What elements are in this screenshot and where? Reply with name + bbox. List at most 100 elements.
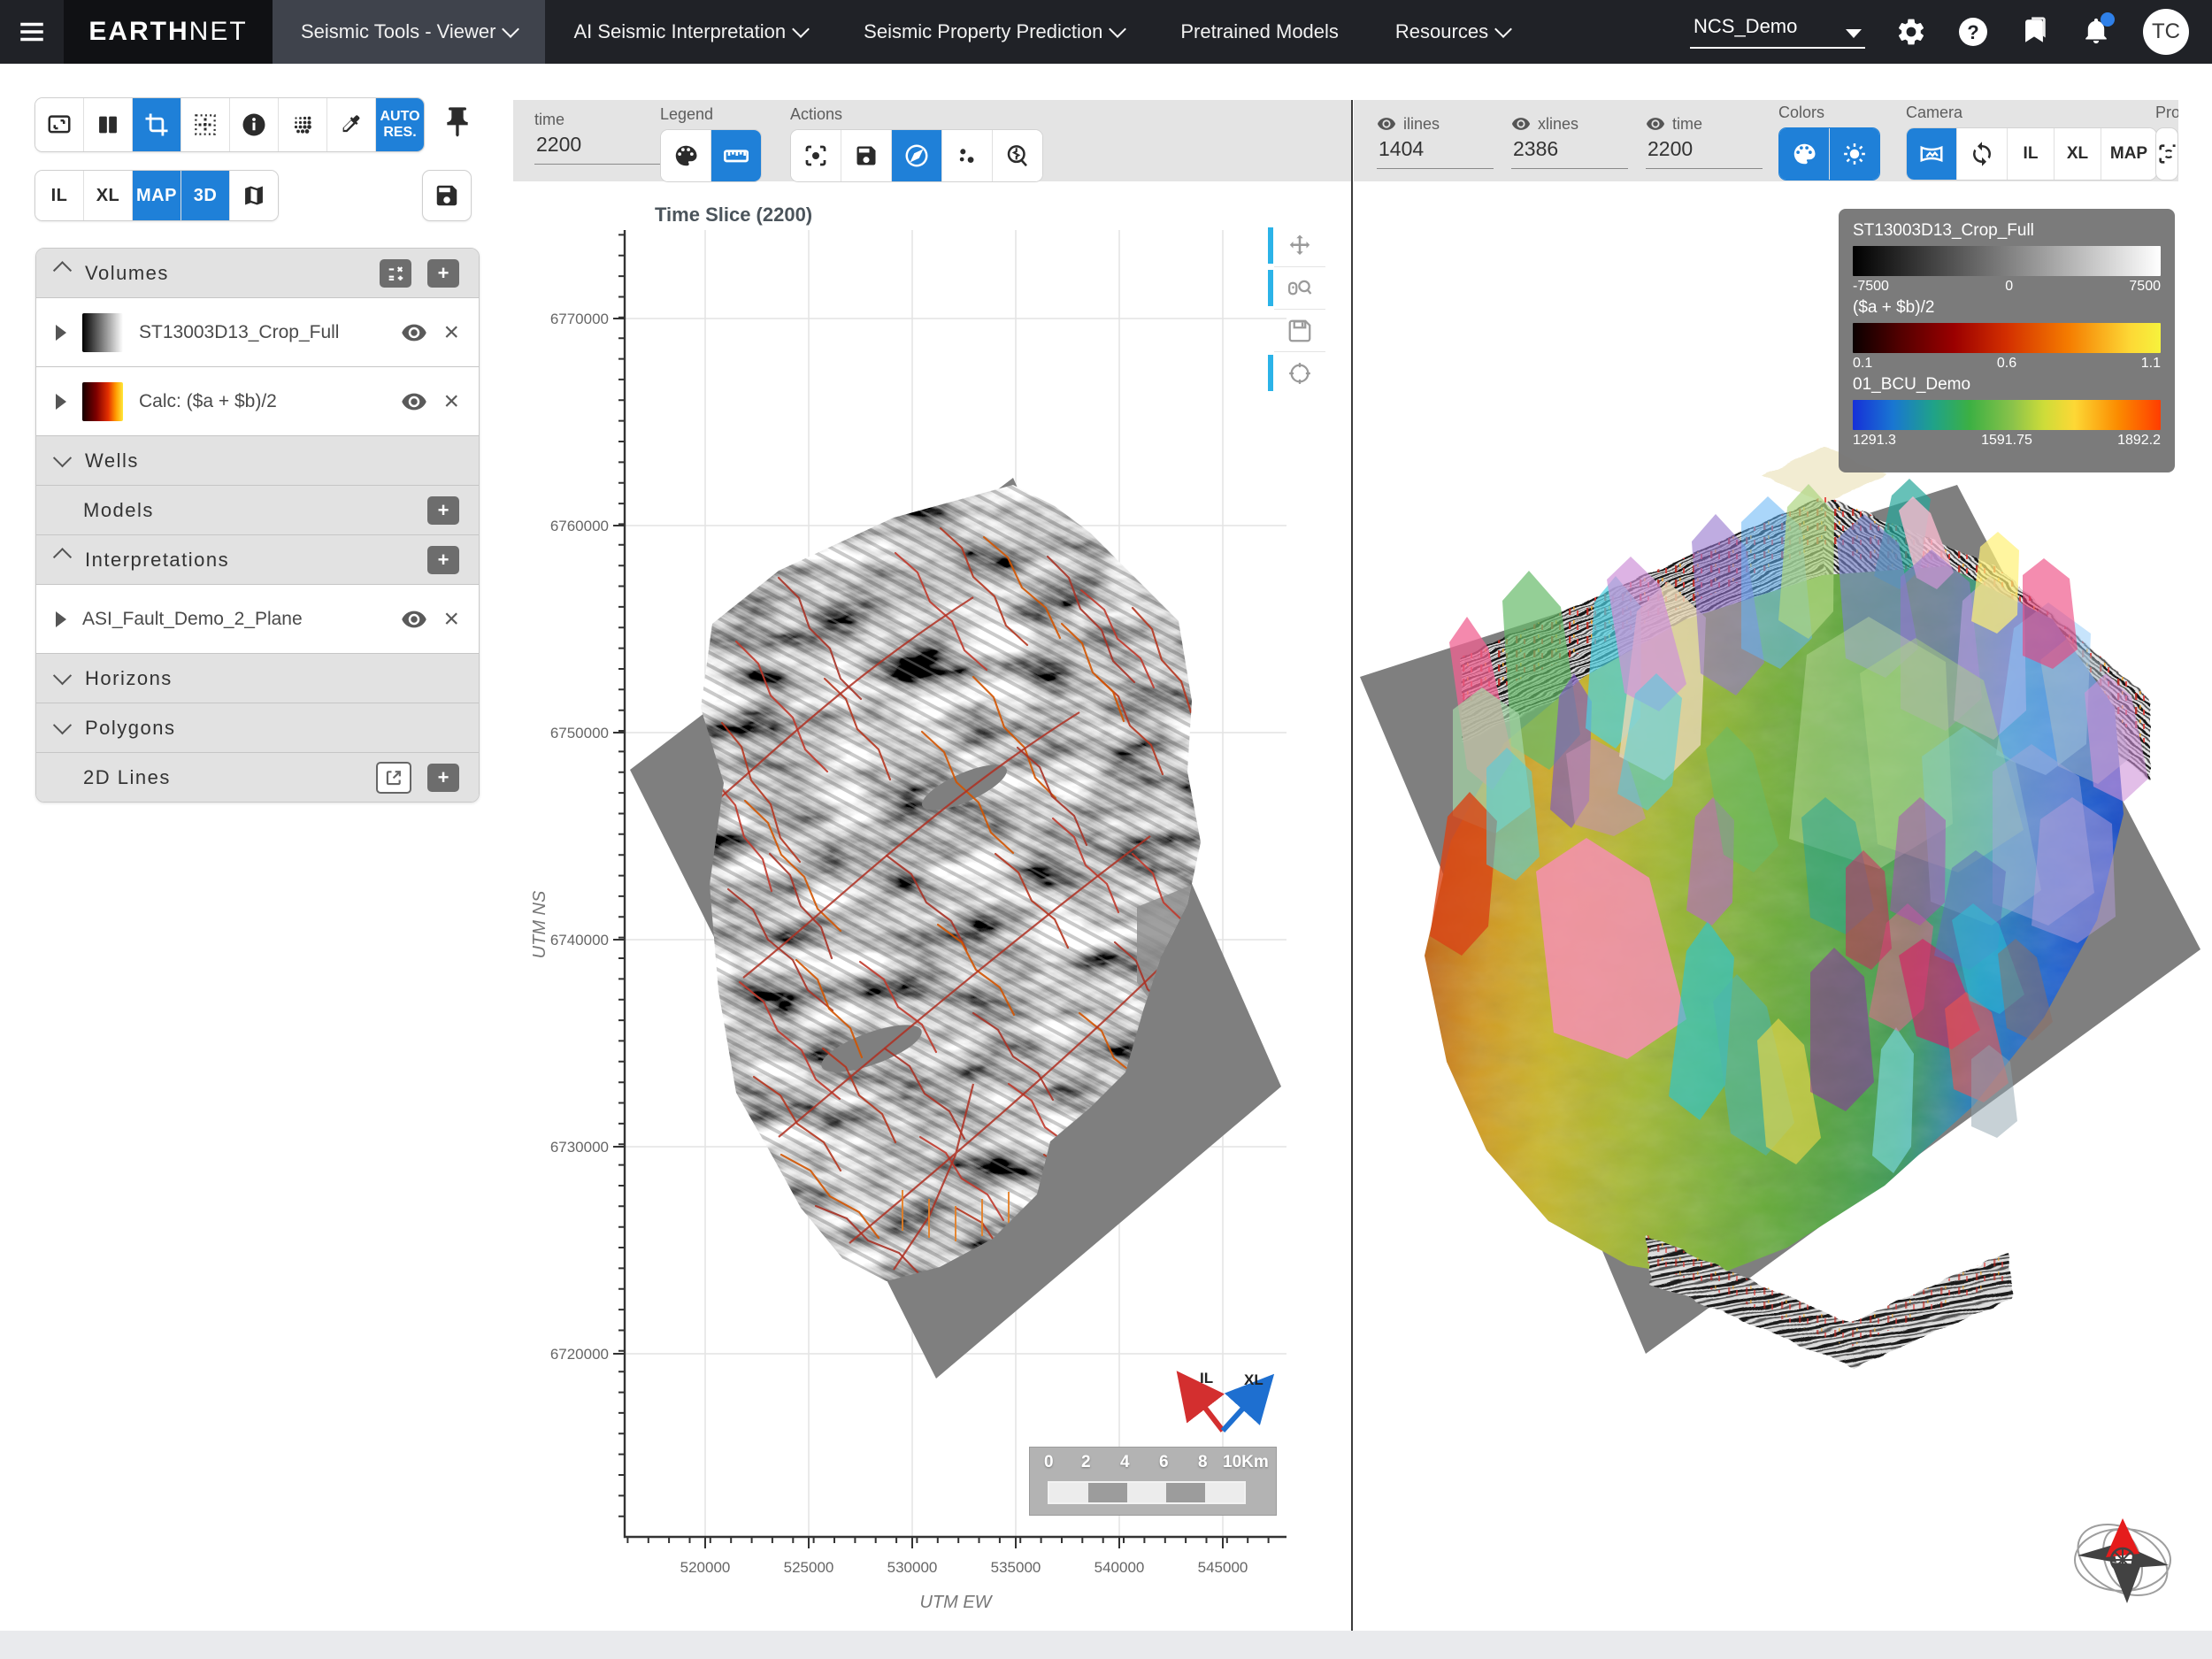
section-label: Wells <box>85 449 139 472</box>
chevron-down-icon <box>792 20 810 38</box>
eye-icon[interactable] <box>1511 114 1531 134</box>
section-interpretations[interactable]: Interpretations + <box>36 534 479 584</box>
layout-toolbar: AUTO RES. <box>35 97 425 152</box>
scatter-points-button[interactable] <box>941 130 992 181</box>
ilines-input[interactable]: 1404 <box>1377 134 1494 169</box>
pan-tool-icon[interactable] <box>1268 225 1325 266</box>
brightness-sun-button[interactable] <box>1829 128 1879 180</box>
camera-perspective-button[interactable] <box>1907 128 1956 180</box>
eyedropper-button[interactable] <box>326 98 375 151</box>
halftone-dots-button[interactable] <box>278 98 326 151</box>
eye-icon[interactable] <box>1646 114 1665 134</box>
pin-icon[interactable] <box>440 104 475 144</box>
volume-calculator-button[interactable] <box>380 258 411 288</box>
section-wells[interactable]: Wells <box>36 435 479 485</box>
scalebar-ruler-button[interactable] <box>710 130 761 181</box>
nav-item-label: Seismic Property Prediction <box>864 20 1103 42</box>
section-polygons[interactable]: Polygons <box>36 703 479 752</box>
interpretation-row[interactable]: ASI_Fault_Demo_2_Plane × <box>36 584 479 653</box>
wiggle-zoom-button[interactable] <box>992 130 1042 181</box>
help-icon[interactable]: ? <box>1957 16 1989 48</box>
view-xl-button[interactable]: XL <box>83 171 132 220</box>
section-models[interactable]: Models + <box>36 485 479 534</box>
add-interpretation-button[interactable]: + <box>427 545 459 574</box>
volume-row[interactable]: Calc: ($a + $b)/2 × <box>36 366 479 435</box>
xlines-field[interactable]: xlines 2386 <box>1511 114 1628 169</box>
compass-3d[interactable] <box>2069 1509 2177 1617</box>
time-input[interactable]: 2200 <box>1646 134 1763 169</box>
expand-caret-icon[interactable] <box>56 611 66 627</box>
eye-icon[interactable] <box>1377 114 1396 134</box>
view-3d-button[interactable]: 3D <box>180 171 229 220</box>
notifications-bell-icon[interactable] <box>2081 12 2115 48</box>
nav-seismic-tools-viewer[interactable]: Seismic Tools - Viewer <box>273 0 546 64</box>
close-icon[interactable]: × <box>443 388 459 415</box>
volume-row[interactable]: ST13003D13_Crop_Full × <box>36 297 479 366</box>
colormap-swatch[interactable] <box>82 312 123 352</box>
nav-pretrained-models[interactable]: Pretrained Models <box>1152 0 1367 64</box>
fit-screen-button[interactable] <box>35 98 83 151</box>
logo-bold: EARTH <box>88 17 189 46</box>
workspace-select[interactable]: NCS_Demo <box>1690 15 1865 49</box>
add-2d-line-button[interactable]: + <box>427 763 459 792</box>
nav-resources[interactable]: Resources <box>1367 0 1538 64</box>
camera-xl-button[interactable]: XL <box>2054 128 2101 180</box>
close-icon[interactable]: × <box>443 319 459 346</box>
compass-button[interactable] <box>891 130 941 181</box>
ilines-field[interactable]: ilines 1404 <box>1377 114 1494 169</box>
crop-button[interactable] <box>132 98 180 151</box>
nav-seismic-property-prediction[interactable]: Seismic Property Prediction <box>835 0 1152 64</box>
avatar[interactable]: TC <box>2143 9 2189 55</box>
visibility-eye-icon[interactable] <box>401 606 427 633</box>
panel-divider[interactable] <box>1351 100 1353 1631</box>
view-il-button[interactable]: IL <box>35 171 83 220</box>
colorbar-legend: ST13003D13_Crop_Full -7500 0 7500 ($a + $b… <box>1839 209 2175 472</box>
auto-res-button[interactable]: AUTO RES. <box>375 98 424 151</box>
add-volume-button[interactable]: + <box>427 258 459 288</box>
reset-view-icon[interactable] <box>1268 351 1325 394</box>
add-model-button[interactable]: + <box>427 495 459 525</box>
expand-caret-icon[interactable] <box>56 324 66 341</box>
expand-caret-icon[interactable] <box>56 393 66 410</box>
camera-map-button[interactable]: MAP <box>2101 128 2156 180</box>
nav-ai-seismic-interpretation[interactable]: AI Seismic Interpretation <box>545 0 835 64</box>
section-volumes[interactable]: Volumes + <box>36 249 479 297</box>
jet-colorbar <box>1853 400 2161 430</box>
colors-palette-button[interactable] <box>1779 128 1829 180</box>
legend-ticks: -7500 0 7500 <box>1853 279 2161 294</box>
camera-rotate-button[interactable] <box>1956 128 2007 180</box>
save-view-button[interactable] <box>841 130 891 181</box>
view-map-button[interactable]: MAP <box>132 171 180 220</box>
chevron-down-icon <box>52 716 73 735</box>
section-2d-lines[interactable]: 2D Lines + <box>36 752 479 802</box>
orientation-arrows: IL XL <box>1176 1370 1275 1433</box>
visibility-eye-icon[interactable] <box>401 388 427 415</box>
open-2d-lines-button[interactable] <box>376 761 411 794</box>
chevron-up-icon <box>52 548 73 567</box>
settings-gear-icon[interactable] <box>1895 16 1927 48</box>
split-view-button[interactable] <box>83 98 132 151</box>
xlines-input[interactable]: 2386 <box>1511 134 1628 169</box>
visibility-eye-icon[interactable] <box>401 319 427 346</box>
projection-button[interactable] <box>2156 128 2177 180</box>
avatar-initials: TC <box>2152 19 2180 43</box>
close-icon[interactable]: × <box>443 605 459 633</box>
camera-il-button[interactable]: IL <box>2007 128 2054 180</box>
basemap-button[interactable] <box>229 171 278 220</box>
chevron-down-icon <box>52 449 73 468</box>
grid-crosshair-button[interactable] <box>180 98 229 151</box>
center-focus-button[interactable] <box>791 130 841 181</box>
download-snapshot-icon[interactable] <box>1274 309 1325 351</box>
save-layout-button[interactable] <box>422 170 472 221</box>
hamburger-icon[interactable] <box>0 0 64 64</box>
colormap-swatch[interactable] <box>82 381 123 421</box>
chevron-up-icon <box>52 261 73 280</box>
il-arrow-label: IL <box>1200 1370 1213 1386</box>
section-horizons[interactable]: Horizons <box>36 653 479 703</box>
box-zoom-tool-icon[interactable] <box>1268 266 1325 309</box>
bookmark-icon[interactable] <box>2019 16 2051 48</box>
info-button[interactable] <box>229 98 278 151</box>
app-logo[interactable]: EARTH NET <box>64 0 273 64</box>
time-field-3d[interactable]: time 2200 <box>1646 114 1763 169</box>
colormap-palette-button[interactable] <box>661 130 710 181</box>
